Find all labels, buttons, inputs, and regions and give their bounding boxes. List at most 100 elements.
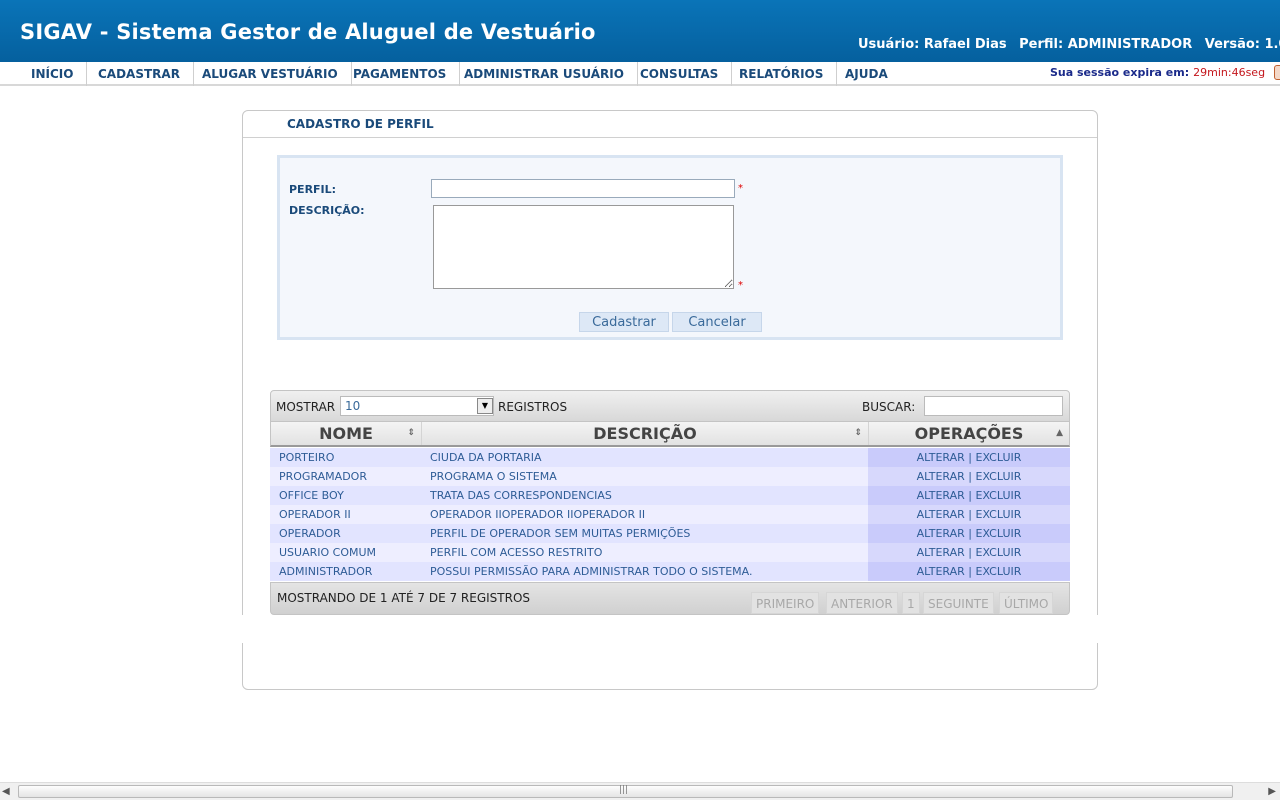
alterar-link[interactable]: ALTERAR [917, 546, 965, 559]
op-separator: | [964, 527, 976, 540]
table-row: PROGRAMADOR PROGRAMA O SISTEMA ALTERAR |… [270, 467, 1070, 486]
pagination-first[interactable]: PRIMEIRO [751, 592, 820, 614]
cell-operacoes: ALTERAR | EXCLUIR [868, 505, 1070, 524]
scroll-left-icon[interactable]: ◀ [2, 786, 10, 797]
perfil-input[interactable] [431, 179, 735, 198]
cadastrar-button[interactable]: Cadastrar [579, 312, 669, 332]
browser-edge-icon [1274, 65, 1280, 80]
cell-nome: PROGRAMADOR [279, 470, 367, 483]
horizontal-scrollbar[interactable]: ◀ ||| ▶ [0, 782, 1280, 800]
alterar-link[interactable]: ALTERAR [917, 489, 965, 502]
session-expiry: Sua sessão expira em: 29min:46seg [1050, 66, 1265, 79]
main-menu: INÍCIO CADASTRAR ALUGAR VESTUÁRIO PAGAME… [0, 62, 1280, 86]
cell-nome: ADMINISTRADOR [279, 565, 373, 578]
table-header: NOME ⇕ DESCRIÇÃO ⇕ OPERAÇÕES ▲ [270, 422, 1070, 447]
op-separator: | [964, 546, 976, 559]
pagination-page-1[interactable]: 1 [902, 592, 920, 614]
page-size-select[interactable]: 10 ▼ [340, 396, 494, 416]
excluir-link[interactable]: EXCLUIR [976, 508, 1022, 521]
pagination-next[interactable]: SEGUINTE [923, 592, 994, 614]
cell-operacoes: ALTERAR | EXCLUIR [868, 524, 1070, 543]
menu-item-administrar-usuario[interactable]: ADMINISTRAR USUÁRIO [451, 62, 638, 86]
alterar-link[interactable]: ALTERAR [917, 508, 965, 521]
app-title: SIGAV - Sistema Gestor de Aluguel de Ves… [20, 20, 596, 44]
sort-both-icon: ⇕ [407, 428, 415, 438]
menu-item-ajuda[interactable]: AJUDA [832, 62, 901, 86]
profiles-table: MOSTRAR 10 ▼ REGISTROS BUSCAR: NOME ⇕ DE… [270, 390, 1070, 615]
column-header-operacoes[interactable]: OPERAÇÕES ▲ [869, 422, 1069, 445]
column-header-label: OPERAÇÕES [914, 424, 1024, 443]
profile-form: PERFIL: * DESCRIÇÃO: * Cadastrar Cancela… [277, 155, 1063, 340]
alterar-link[interactable]: ALTERAR [917, 470, 965, 483]
menu-item-alugar-vestuario[interactable]: ALUGAR VESTUÁRIO [189, 62, 352, 86]
sort-asc-icon: ▲ [1056, 428, 1063, 438]
table-row: OPERADOR II OPERADOR IIOPERADOR IIOPERAD… [270, 505, 1070, 524]
descricao-label: DESCRIÇÃO: [289, 204, 365, 217]
op-separator: | [964, 508, 976, 521]
cell-operacoes: ALTERAR | EXCLUIR [868, 486, 1070, 505]
menu-item-cadastrar[interactable]: CADASTRAR [85, 62, 194, 86]
table-footer: MOSTRANDO DE 1 ATÉ 7 DE 7 REGISTROS PRIM… [270, 582, 1070, 615]
current-user: Usuário: Rafael Dias [858, 37, 1007, 52]
alterar-link[interactable]: ALTERAR [917, 451, 965, 464]
table-row: ADMINISTRADOR POSSUI PERMISSÃO PARA ADMI… [270, 562, 1070, 581]
chevron-down-icon[interactable]: ▼ [477, 398, 493, 414]
cancelar-button[interactable]: Cancelar [672, 312, 762, 332]
cell-descricao: PERFIL COM ACESSO RESTRITO [430, 546, 603, 559]
op-separator: | [964, 451, 976, 464]
cell-operacoes: ALTERAR | EXCLUIR [868, 467, 1070, 486]
cell-nome: OPERADOR [279, 527, 341, 540]
column-header-label: NOME [319, 424, 373, 443]
show-label: MOSTRAR [276, 400, 336, 414]
op-separator: | [964, 470, 976, 483]
menu-item-consultas[interactable]: CONSULTAS [627, 62, 733, 86]
table-row: OPERADOR PERFIL DE OPERADOR SEM MUITAS P… [270, 524, 1070, 543]
excluir-link[interactable]: EXCLUIR [976, 451, 1022, 464]
session-label: Sua sessão expira em: [1050, 66, 1190, 79]
menu-item-relatorios[interactable]: RELATÓRIOS [726, 62, 838, 86]
session-timer: 29min:46seg [1193, 66, 1266, 79]
descricao-textarea[interactable] [433, 205, 734, 289]
pagination-previous[interactable]: ANTERIOR [826, 592, 898, 614]
table-row: OFFICE BOY TRATA DAS CORRESPONDENCIAS AL… [270, 486, 1070, 505]
alterar-link[interactable]: ALTERAR [917, 527, 965, 540]
cell-nome: PORTEIRO [279, 451, 335, 464]
excluir-link[interactable]: EXCLUIR [976, 565, 1022, 578]
search-input[interactable] [924, 396, 1063, 416]
cell-nome: OFFICE BOY [279, 489, 344, 502]
pagination-last[interactable]: ÚLTIMO [999, 592, 1054, 614]
page-size-value: 10 [345, 399, 361, 413]
cell-nome: USUARIO COMUM [279, 546, 377, 559]
excluir-link[interactable]: EXCLUIR [976, 489, 1022, 502]
scroll-right-icon[interactable]: ▶ [1268, 786, 1276, 797]
cell-descricao: PROGRAMA O SISTEMA [430, 470, 557, 483]
column-header-nome[interactable]: NOME ⇕ [271, 422, 422, 445]
table-body: PORTEIRO CIUDA DA PORTARIA ALTERAR | EXC… [270, 448, 1070, 581]
cell-operacoes: ALTERAR | EXCLUIR [868, 543, 1070, 562]
table-toolbar: MOSTRAR 10 ▼ REGISTROS BUSCAR: [270, 390, 1070, 422]
footer-gap [240, 615, 1100, 643]
table-row: PORTEIRO CIUDA DA PORTARIA ALTERAR | EXC… [270, 448, 1070, 467]
app-header: SIGAV - Sistema Gestor de Aluguel de Ves… [0, 0, 1280, 62]
scrollbar-thumb[interactable]: ||| [18, 785, 1233, 798]
alterar-link[interactable]: ALTERAR [917, 565, 965, 578]
perfil-label: PERFIL: [289, 183, 337, 196]
excluir-link[interactable]: EXCLUIR [976, 470, 1022, 483]
cell-descricao: POSSUI PERMISSÃO PARA ADMINISTRAR TODO O… [430, 565, 753, 578]
excluir-link[interactable]: EXCLUIR [976, 546, 1022, 559]
cell-descricao: TRATA DAS CORRESPONDENCIAS [430, 489, 612, 502]
perfil-required-mark: * [738, 183, 743, 194]
user-info: Usuário: Rafael Dias Perfil: ADMINISTRAD… [858, 37, 1280, 52]
excluir-link[interactable]: EXCLUIR [976, 527, 1022, 540]
sort-both-icon: ⇕ [854, 428, 862, 438]
column-header-descricao[interactable]: DESCRIÇÃO ⇕ [422, 422, 869, 445]
menu-item-pagamentos[interactable]: PAGAMENTOS [340, 62, 461, 86]
cell-descricao: PERFIL DE OPERADOR SEM MUITAS PERMIÇÕES [430, 527, 691, 540]
app-version: Versão: 1.0.1 b [1204, 37, 1280, 52]
cell-nome: OPERADOR II [279, 508, 351, 521]
cell-operacoes: ALTERAR | EXCLUIR [868, 562, 1070, 581]
current-profile: Perfil: ADMINISTRADOR [1019, 37, 1193, 52]
records-label: REGISTROS [498, 400, 568, 414]
grip-icon: ||| [619, 785, 629, 795]
menu-item-inicio[interactable]: INÍCIO [18, 62, 88, 86]
